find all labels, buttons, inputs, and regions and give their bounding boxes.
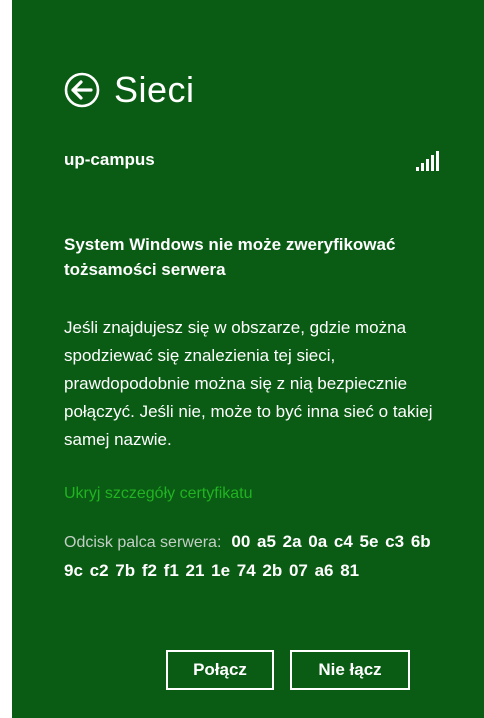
page-title: Sieci — [114, 69, 195, 110]
server-fingerprint: Odcisk palca serwera: 00 a5 2a 0a c4 5e c… — [64, 528, 456, 585]
signal-strength-icon — [416, 151, 439, 171]
network-name: up-campus — [64, 150, 155, 169]
hide-certificate-details-link[interactable]: Ukryj szczegóły certyfikatu — [64, 485, 253, 503]
connect-button[interactable]: Połącz — [166, 650, 274, 690]
network-settings-panel: Sieci up-campus System Windows nie może … — [12, 0, 484, 718]
warning-title: System Windows nie może zweryfikować toż… — [64, 235, 396, 279]
fingerprint-label: Odcisk palca serwera: — [64, 534, 222, 551]
network-item[interactable]: up-campus — [64, 148, 454, 178]
dont-connect-button[interactable]: Nie łącz — [290, 650, 410, 690]
header: Sieci — [64, 66, 195, 114]
action-buttons: Połącz Nie łącz — [166, 650, 410, 690]
back-arrow-circle-icon[interactable] — [64, 72, 100, 108]
warning-message: Jeśli znajdujesz się w obszarze, gdzie m… — [64, 318, 433, 449]
